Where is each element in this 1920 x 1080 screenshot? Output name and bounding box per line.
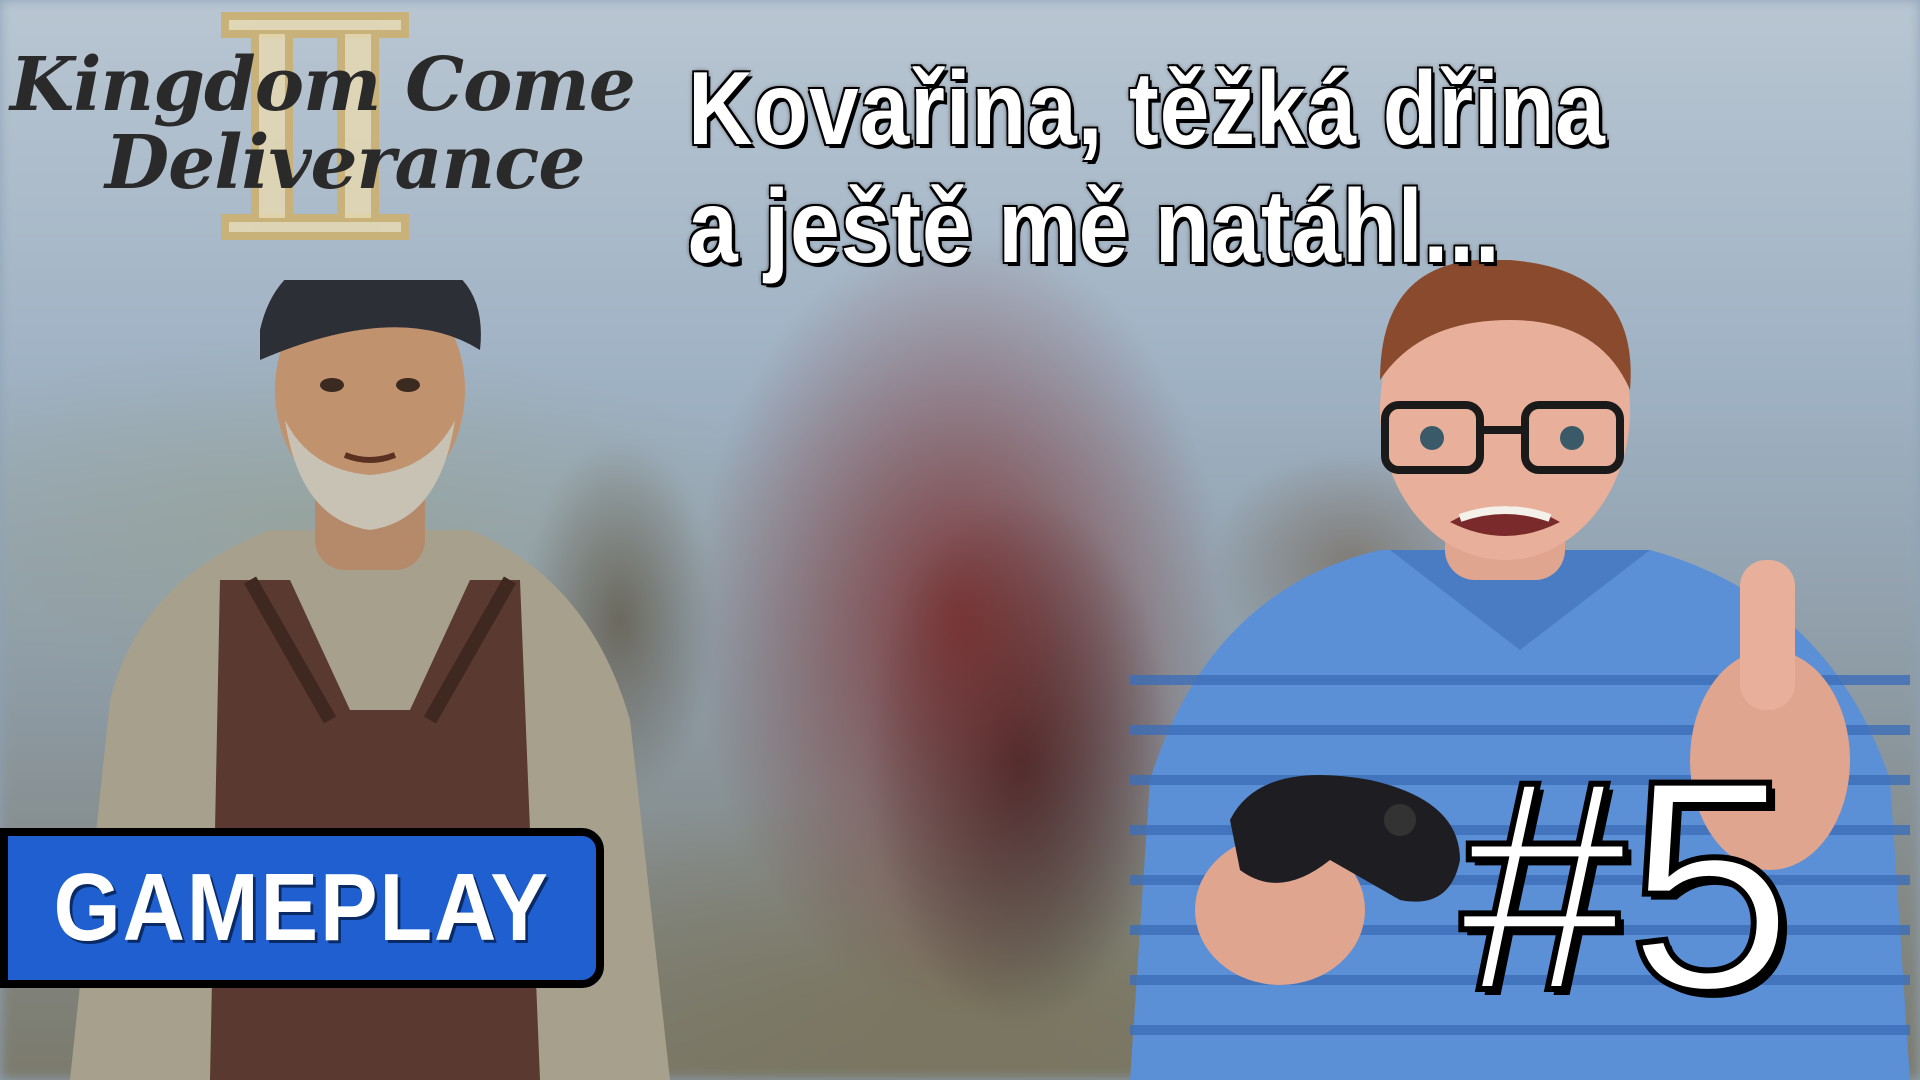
game-logo: Kingdom Come Deliverance <box>10 10 636 240</box>
gameplay-badge: GAMEPLAY <box>0 828 604 988</box>
headline-line1: Kovařina, těžká dřina <box>688 51 1606 167</box>
thumbnail: Kingdom Come Deliverance Kovařina, těžká… <box>0 0 1920 1080</box>
headline-line2: a ještě mě natáhl... <box>688 169 1501 285</box>
logo-title-line2: Deliverance <box>105 120 585 206</box>
logo-title-line1: Kingdom Come <box>10 42 636 128</box>
video-headline: Kovařina, těžká dřina a ještě mě natáhl.… <box>688 50 1720 286</box>
episode-number: #5 <box>1457 717 1797 1053</box>
gameplay-badge-label: GAMEPLAY <box>53 854 551 961</box>
